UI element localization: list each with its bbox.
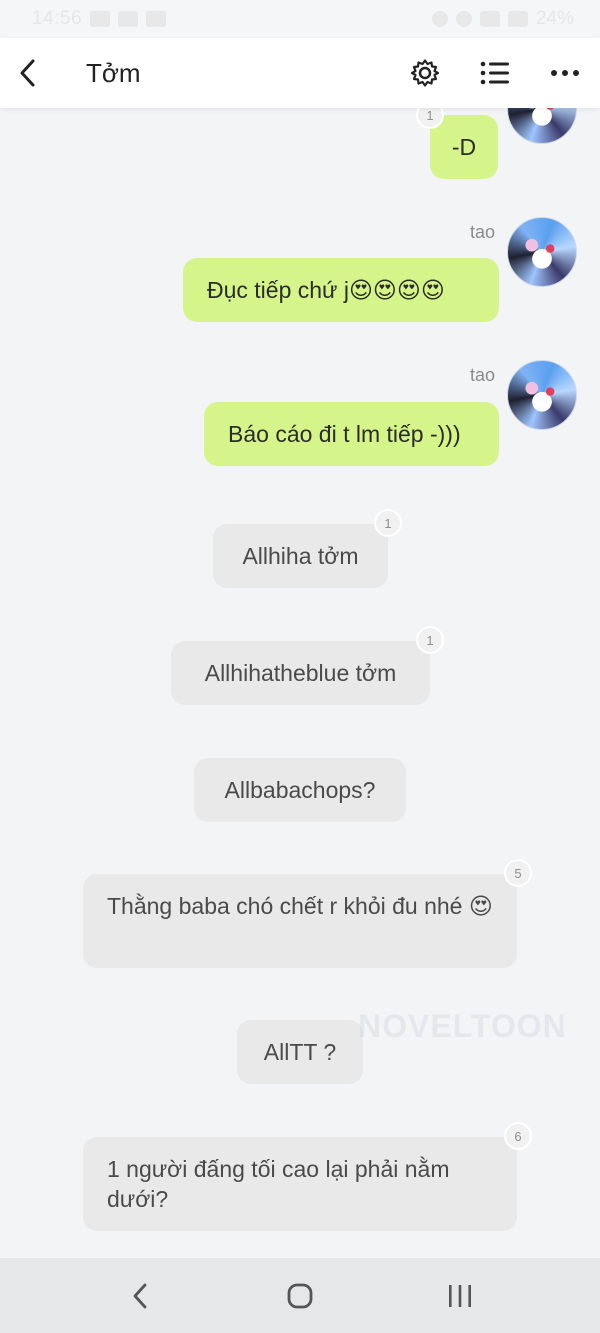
message-text: Thằng baba chó chết r khỏi đu nhé 😍 — [107, 893, 493, 919]
list-icon — [480, 61, 509, 85]
message-bubble[interactable]: Báo cáo đi t lm tiếp -))) — [204, 402, 499, 466]
avatar[interactable] — [507, 360, 577, 430]
chapter-list-button[interactable] — [460, 38, 530, 108]
message-icon — [118, 11, 139, 27]
wifi-icon — [479, 11, 500, 27]
nav-recents-icon — [449, 1284, 471, 1307]
comment-count: 5 — [514, 865, 522, 881]
nav-back-icon — [133, 1283, 147, 1308]
message-bubble[interactable]: Allhihatheblue tởm — [171, 641, 430, 705]
system-nav-bar — [0, 1258, 600, 1333]
comment-count-badge[interactable]: 6 — [506, 1124, 530, 1148]
message-bubble[interactable]: Đục tiếp chứ j😍😍😍😍 — [183, 258, 499, 322]
comment-count: 6 — [514, 1128, 522, 1144]
comment-count-badge[interactable]: 1 — [376, 511, 400, 535]
chevron-left-icon — [20, 59, 35, 87]
status-time: 14:56 — [32, 8, 83, 29]
alarm-icon — [431, 11, 448, 27]
sender-name: tao — [470, 365, 496, 385]
message-bubble[interactable]: Allbabachops? — [194, 758, 406, 822]
more-horizontal-icon — [551, 70, 579, 76]
battery-level: 24% — [535, 8, 574, 29]
settings-button[interactable] — [390, 38, 460, 108]
message-text: Allhiha tởm — [242, 543, 359, 569]
nav-back-button[interactable] — [105, 1266, 175, 1326]
message-bubble[interactable]: -D — [430, 115, 498, 179]
nav-home-button[interactable] — [265, 1266, 335, 1326]
back-button[interactable] — [0, 38, 56, 108]
status-left: 14:56 — [32, 8, 167, 30]
comment-count-badge[interactable]: 5 — [506, 861, 530, 885]
message-list[interactable]: -D 1 tao Đục tiếp chứ j😍😍😍😍 tao Báo cáo … — [0, 108, 600, 1258]
signal-icon — [507, 11, 528, 27]
clock-icon — [455, 11, 472, 27]
nav-recents-button[interactable] — [425, 1266, 495, 1326]
status-bar: 14:56 24% — [0, 0, 600, 38]
chat-header: Tởm — [0, 38, 600, 108]
more-button[interactable] — [530, 38, 600, 108]
comment-count: 1 — [384, 515, 392, 531]
message-text: Allbabachops? — [224, 777, 376, 803]
avatar[interactable] — [507, 108, 577, 144]
notification-icon — [90, 11, 111, 27]
sender-name: tao — [470, 222, 496, 242]
comment-count: 1 — [426, 632, 434, 648]
message-text: 1 người đấng tối cao lại phải nằm dưới? — [107, 1156, 450, 1212]
watermark: NOVELTOON — [358, 1008, 567, 1044]
comment-count: 1 — [426, 108, 434, 123]
message-text: Allhihatheblue tởm — [204, 660, 397, 686]
message-text: Báo cáo đi t lm tiếp -))) — [228, 421, 461, 447]
avatar[interactable] — [507, 217, 577, 287]
page-title: Tởm — [86, 57, 141, 88]
message-icon — [146, 11, 167, 27]
message-bubble[interactable]: Thằng baba chó chết r khỏi đu nhé 😍 — [83, 874, 517, 968]
status-right: 24% — [431, 8, 574, 30]
nav-home-icon — [287, 1283, 313, 1308]
message-bubble[interactable]: AllTT ? — [237, 1020, 363, 1084]
gear-icon — [410, 59, 440, 87]
comment-count-badge[interactable]: 1 — [418, 628, 442, 652]
message-text: AllTT ? — [263, 1039, 337, 1065]
message-bubble[interactable]: Allhiha tởm — [213, 524, 388, 588]
message-text: Đục tiếp chứ j😍😍😍😍 — [207, 277, 445, 303]
message-bubble[interactable]: 1 người đấng tối cao lại phải nằm dưới? — [83, 1137, 517, 1231]
message-text: -D — [451, 134, 477, 160]
